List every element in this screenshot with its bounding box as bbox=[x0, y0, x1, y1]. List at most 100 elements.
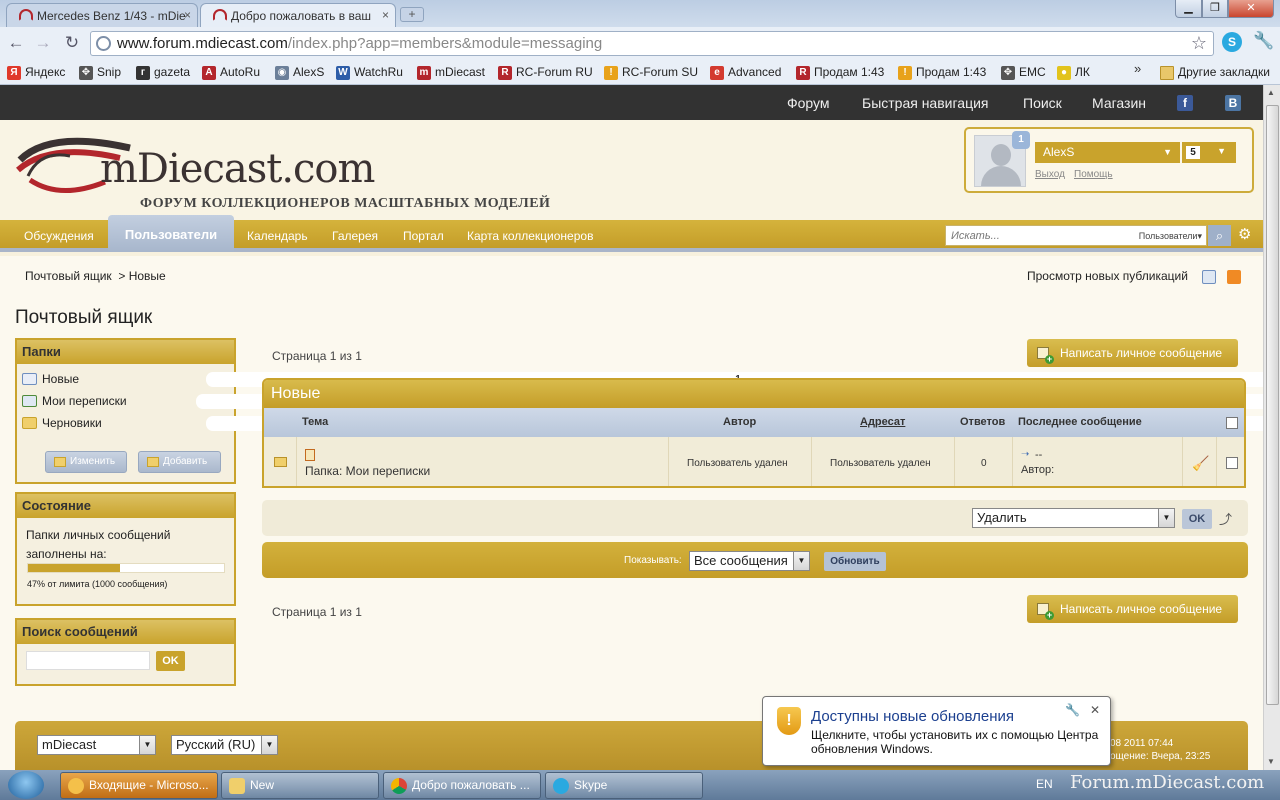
other-bookmarks[interactable]: Другие закладки bbox=[1160, 63, 1270, 82]
maximize-button[interactable]: ❐ bbox=[1202, 0, 1228, 18]
facebook-icon[interactable]: f bbox=[1177, 95, 1193, 111]
filter-select[interactable]: Все сообщения ▼ bbox=[689, 551, 810, 571]
taskbar-item-skype[interactable]: Skype bbox=[545, 772, 703, 799]
col-author[interactable]: Автор bbox=[723, 416, 756, 428]
topic-link[interactable]: Папка: Мои переписки bbox=[305, 464, 430, 478]
wrench-menu-icon[interactable]: 🔧 bbox=[1253, 31, 1274, 51]
scrollbar-thumb[interactable] bbox=[1266, 105, 1279, 705]
nav-collectors-map[interactable]: Карта коллекционеров bbox=[467, 229, 593, 243]
bookmarks-overflow-icon[interactable]: » bbox=[1134, 61, 1141, 76]
start-button[interactable] bbox=[8, 771, 44, 799]
search-scope-dropdown[interactable]: Пользователи▾ bbox=[1139, 231, 1202, 242]
nav-discussions[interactable]: Обсуждения bbox=[24, 229, 94, 243]
message-search-ok-button[interactable]: OK bbox=[156, 651, 185, 671]
select-all-checkbox[interactable] bbox=[1226, 417, 1238, 429]
tab-close-icon[interactable]: × bbox=[184, 8, 191, 22]
bookmark-item[interactable]: A AutoRu bbox=[202, 63, 260, 82]
col-topic[interactable]: Тема bbox=[302, 416, 328, 428]
col-replies[interactable]: Ответов bbox=[960, 416, 1005, 428]
site-logo[interactable]: mDiecast.com bbox=[100, 146, 375, 192]
nav-calendar[interactable]: Календарь bbox=[247, 229, 308, 243]
scroll-down-icon[interactable]: ▼ bbox=[1267, 757, 1275, 766]
bulk-action-select[interactable]: Удалить ▼ bbox=[972, 508, 1175, 528]
back-arrow-icon[interactable]: ← bbox=[5, 33, 27, 53]
scroll-top-arrow-icon[interactable]: ⤴ bbox=[1219, 509, 1232, 528]
user-menu-dropdown[interactable]: AlexS ▼ bbox=[1035, 142, 1180, 163]
new-tab-button[interactable]: + bbox=[400, 7, 424, 22]
col-recipient[interactable]: Адресат bbox=[860, 416, 905, 428]
close-window-button[interactable]: ✕ bbox=[1228, 0, 1274, 18]
tab-close-icon[interactable]: × bbox=[382, 8, 389, 22]
bookmark-item[interactable]: m mDiecast bbox=[417, 63, 485, 82]
folder-new[interactable]: Новые bbox=[22, 372, 79, 386]
windows-update-notification[interactable]: ! Доступны новые обновления Щелкните, чт… bbox=[762, 696, 1111, 766]
nav-gallery[interactable]: Галерея bbox=[332, 229, 378, 243]
address-bar[interactable]: www.forum.mdiecast.com/index.php?app=mem… bbox=[90, 31, 1214, 56]
vertical-scrollbar[interactable]: ▲ ▼ bbox=[1263, 85, 1280, 770]
bookmark-item[interactable]: ● ЛК bbox=[1057, 63, 1090, 82]
notification-badge[interactable]: 1 bbox=[1012, 131, 1030, 149]
top-link-search[interactable]: Поиск bbox=[1023, 95, 1062, 111]
last-message-cell[interactable]: -- bbox=[1035, 449, 1042, 461]
site-search-input[interactable]: Искать... Пользователи▾ bbox=[945, 225, 1207, 246]
logout-link[interactable]: Выход bbox=[1035, 169, 1065, 180]
vkontakte-icon[interactable]: B bbox=[1225, 95, 1241, 111]
rss-icon[interactable] bbox=[1227, 270, 1241, 284]
breadcrumb-root[interactable]: Почтовый ящик bbox=[25, 269, 112, 283]
taskbar-item-folder[interactable]: New bbox=[221, 772, 379, 799]
folder-my-conversations[interactable]: Мои переписки bbox=[22, 394, 127, 408]
nav-portal[interactable]: Портал bbox=[403, 229, 444, 243]
edit-folders-button[interactable]: Изменить bbox=[45, 451, 127, 473]
document-icon[interactable] bbox=[1202, 270, 1216, 284]
forward-arrow-icon[interactable]: → bbox=[32, 33, 54, 53]
nav-members[interactable]: Пользователи bbox=[108, 215, 234, 252]
bookmark-item[interactable]: W WatchRu bbox=[336, 63, 403, 82]
compose-message-button-bottom[interactable]: Написать личное сообщение bbox=[1027, 595, 1238, 623]
bookmark-item[interactable]: e Advanced bbox=[710, 63, 781, 82]
close-icon[interactable]: ✕ bbox=[1090, 703, 1100, 717]
bookmark-item[interactable]: ✥ Snip bbox=[79, 63, 121, 82]
bookmark-item[interactable]: ! RC-Forum SU bbox=[604, 63, 698, 82]
compose-message-button-top[interactable]: Написать личное сообщение bbox=[1027, 339, 1238, 367]
broom-icon[interactable]: 🧹 bbox=[1192, 455, 1209, 472]
top-link-shop[interactable]: Магазин bbox=[1092, 95, 1146, 111]
table-row[interactable]: Папка: Мои переписки Пользователь удален… bbox=[264, 437, 1244, 486]
language-indicator[interactable]: EN bbox=[1036, 777, 1053, 791]
bookmark-item[interactable]: г gazeta bbox=[136, 63, 190, 82]
bookmark-item[interactable]: R RC-Forum RU bbox=[498, 63, 593, 82]
top-link-forum[interactable]: Форум bbox=[787, 95, 830, 111]
reload-icon[interactable]: ↻ bbox=[61, 33, 83, 53]
top-link-quicknav[interactable]: Быстрая навигация bbox=[862, 95, 989, 111]
options-icon[interactable]: 🔧 bbox=[1065, 703, 1080, 717]
new-posts-link[interactable]: Просмотр новых публикаций bbox=[1027, 269, 1188, 283]
messages-dropdown[interactable]: 5 ▼ bbox=[1182, 142, 1236, 163]
gear-icon[interactable]: ⚙ bbox=[1238, 225, 1251, 243]
bookmark-star-icon[interactable]: ☆ bbox=[1191, 33, 1207, 54]
scroll-up-icon[interactable]: ▲ bbox=[1267, 88, 1275, 97]
bulk-action-ok-button[interactable]: OK bbox=[1182, 509, 1212, 529]
minimize-button[interactable]: ▁ bbox=[1175, 0, 1202, 18]
bookmark-item[interactable]: ✥ EMC bbox=[1001, 63, 1046, 82]
pagination-top: Страница 1 из 1 bbox=[272, 349, 362, 363]
col-last-message[interactable]: Последнее сообщение bbox=[1018, 416, 1142, 428]
row-checkbox[interactable] bbox=[1226, 457, 1238, 469]
outlook-icon bbox=[68, 778, 84, 794]
bookmark-item[interactable]: ◉ AlexS bbox=[275, 63, 324, 82]
skin-select[interactable]: mDiecast ▼ bbox=[37, 735, 156, 755]
message-search-input[interactable] bbox=[26, 651, 150, 670]
taskbar-item-chrome[interactable]: Добро пожаловать ... bbox=[383, 772, 541, 799]
browser-tab-1[interactable]: Mercedes Benz 1/43 - mDie × bbox=[6, 3, 198, 27]
refresh-button[interactable]: Обновить bbox=[824, 552, 886, 571]
add-folder-button[interactable]: Добавить bbox=[138, 451, 221, 473]
search-button[interactable]: ⌕ bbox=[1208, 225, 1231, 246]
bookmark-item[interactable]: ! Продам 1:43 bbox=[898, 63, 986, 82]
skype-extension-icon[interactable]: S bbox=[1222, 32, 1242, 52]
taskbar-item-outlook[interactable]: Входящие - Microso... bbox=[60, 772, 218, 799]
url-text[interactable]: www.forum.mdiecast.com/index.php?app=mem… bbox=[117, 35, 602, 52]
bookmark-item[interactable]: Я Яндекс bbox=[7, 63, 65, 82]
language-select[interactable]: Русский (RU) ▼ bbox=[171, 735, 278, 755]
help-link[interactable]: Помощь bbox=[1074, 169, 1113, 180]
bookmark-item[interactable]: R Продам 1:43 bbox=[796, 63, 884, 82]
folder-drafts[interactable]: Черновики bbox=[22, 416, 102, 430]
browser-tab-2[interactable]: Добро пожаловать в ваш × bbox=[200, 3, 396, 27]
